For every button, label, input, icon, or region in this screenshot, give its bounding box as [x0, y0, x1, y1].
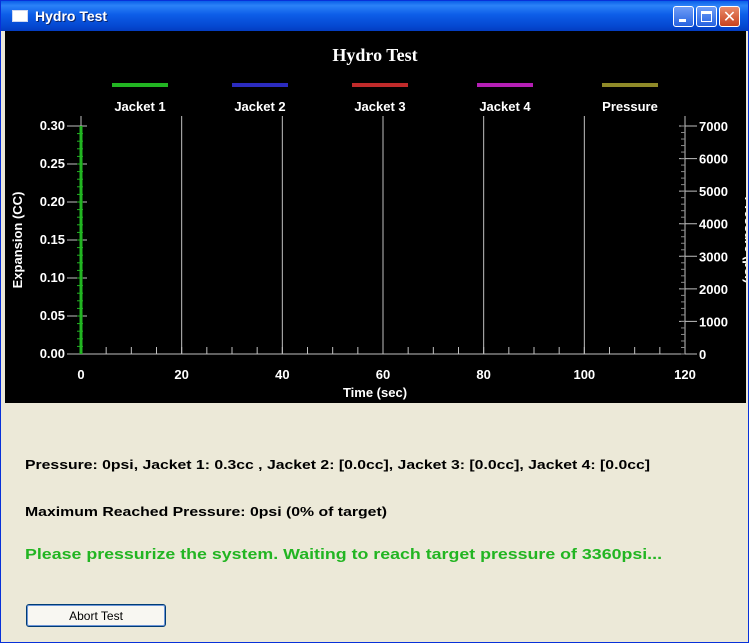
y2-tick-label: 5000: [699, 184, 728, 199]
title-bar[interactable]: Hydro Test ✕: [1, 1, 748, 31]
y2-tick-label: 6000: [699, 152, 728, 167]
x-tick-label: 80: [476, 367, 490, 382]
close-button[interactable]: ✕: [719, 6, 740, 27]
y2-tick-label: 0: [699, 347, 706, 362]
y2-tick-label: 7000: [699, 119, 728, 134]
legend-label: Pressure: [602, 99, 658, 114]
instruction-status: Please pressurize the system. Waiting to…: [25, 547, 663, 563]
x-tick-label: 20: [174, 367, 188, 382]
y-axis-label: Expansion (CC): [10, 192, 25, 289]
y2-tick-label: 4000: [699, 217, 728, 232]
maximize-icon: [701, 11, 712, 22]
readings-status: Pressure: 0psi, Jacket 1: 0.3cc , Jacket…: [25, 457, 651, 472]
x-tick-label: 120: [674, 367, 696, 382]
legend-label: Jacket 2: [234, 99, 285, 114]
legend-label: Jacket 3: [354, 99, 405, 114]
y-tick-label: 0.30: [40, 118, 65, 133]
y-tick-label: 0.15: [40, 232, 65, 247]
x-tick-label: 0: [77, 367, 84, 382]
y2-tick-label: 3000: [699, 249, 728, 264]
x-tick-label: 40: [275, 367, 289, 382]
max-pressure-status: Maximum Reached Pressure: 0psi (0% of ta…: [25, 504, 388, 519]
legend-label: Jacket 1: [114, 99, 165, 114]
y2-tick-label: 1000: [699, 314, 728, 329]
chart-title: Hydro Test: [332, 45, 417, 65]
x-tick-label: 60: [376, 367, 390, 382]
legend-label: Jacket 4: [479, 99, 531, 114]
y2-tick-label: 2000: [699, 282, 728, 297]
x-axis-label: Time (sec): [343, 385, 407, 400]
chart-svg: Hydro Test Jacket 1 Jacket 2 Jacket 3 Jacket…: [10, 45, 749, 400]
abort-test-button[interactable]: Abort Test: [26, 604, 166, 627]
y-tick-label: 0.05: [40, 308, 65, 323]
hydro-test-chart: Hydro Test Jacket 1 Jacket 2 Jacket 3 Jacket…: [5, 31, 749, 403]
app-icon: [12, 10, 28, 22]
y-tick-label: 0.25: [40, 156, 65, 171]
maximize-button[interactable]: [696, 6, 717, 27]
window-title: Hydro Test: [35, 8, 108, 24]
minimize-button[interactable]: [673, 6, 694, 27]
minimize-icon: [679, 19, 686, 22]
y2-axis-label: Pressure (psi): [742, 197, 746, 284]
close-icon: ✕: [722, 7, 737, 26]
y-tick-label: 0.00: [40, 346, 65, 361]
y-tick-label: 0.10: [40, 270, 65, 285]
x-tick-label: 100: [573, 367, 595, 382]
hydro-test-window: Hydro Test ✕ Hydro Test Jacket 1 Jacket 2 J…: [0, 0, 749, 643]
y-tick-label: 0.20: [40, 194, 65, 209]
